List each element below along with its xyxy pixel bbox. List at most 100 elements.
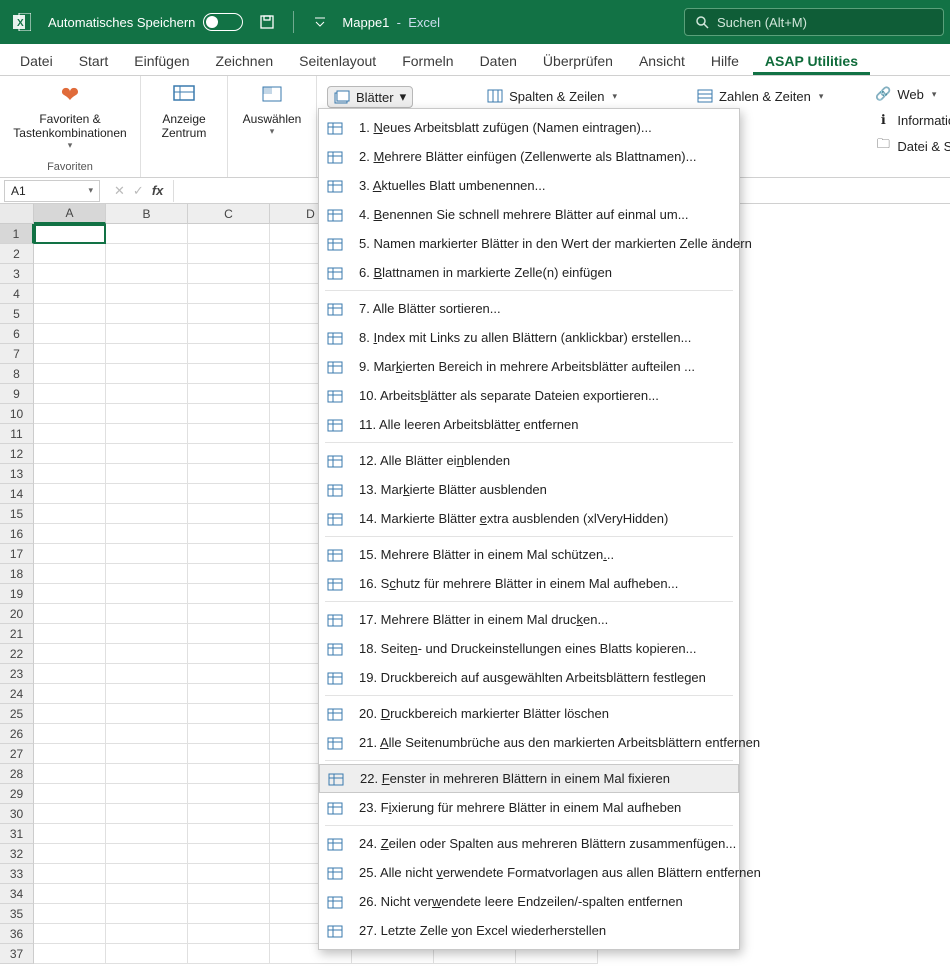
cell[interactable] xyxy=(188,644,270,664)
menu-item-4[interactable]: 4. Benennen Sie schnell mehrere Blätter … xyxy=(319,200,739,229)
cancel-icon[interactable]: ✕ xyxy=(114,183,125,199)
row-header[interactable]: 22 xyxy=(0,644,34,664)
cell[interactable] xyxy=(34,904,106,924)
cell[interactable] xyxy=(106,404,188,424)
cell[interactable] xyxy=(34,304,106,324)
menu-item-6[interactable]: 6. Blattnamen in markierte Zelle(n) einf… xyxy=(319,258,739,287)
accept-icon[interactable]: ✓ xyxy=(133,183,144,199)
cell[interactable] xyxy=(188,384,270,404)
cell[interactable] xyxy=(188,704,270,724)
menu-item-13[interactable]: 13. Markierte Blätter ausblenden xyxy=(319,475,739,504)
cell[interactable] xyxy=(34,524,106,544)
cell[interactable] xyxy=(188,404,270,424)
tab-start[interactable]: Start xyxy=(67,47,121,75)
cell[interactable] xyxy=(106,704,188,724)
cell[interactable] xyxy=(106,784,188,804)
cell[interactable] xyxy=(34,704,106,724)
row-header[interactable]: 5 xyxy=(0,304,34,324)
cell[interactable] xyxy=(106,944,188,964)
menu-item-1[interactable]: 1. Neues Arbeitsblatt zufügen (Namen ein… xyxy=(319,113,739,142)
cell[interactable] xyxy=(106,604,188,624)
cell[interactable] xyxy=(188,464,270,484)
cell[interactable] xyxy=(188,744,270,764)
row-header[interactable]: 8 xyxy=(0,364,34,384)
row-header[interactable]: 3 xyxy=(0,264,34,284)
row-header[interactable]: 9 xyxy=(0,384,34,404)
cell[interactable] xyxy=(34,764,106,784)
web-button[interactable]: 🔗Web▾ xyxy=(871,84,940,104)
cell[interactable] xyxy=(106,264,188,284)
row-header[interactable]: 32 xyxy=(0,844,34,864)
row-header[interactable]: 34 xyxy=(0,884,34,904)
cell[interactable] xyxy=(188,764,270,784)
cell[interactable] xyxy=(106,804,188,824)
menu-item-2[interactable]: 2. Mehrere Blätter einfügen (Zellenwerte… xyxy=(319,142,739,171)
cell[interactable] xyxy=(34,224,106,244)
row-header[interactable]: 37 xyxy=(0,944,34,964)
cell[interactable] xyxy=(106,764,188,784)
cell[interactable] xyxy=(34,504,106,524)
cell[interactable] xyxy=(34,744,106,764)
cell[interactable] xyxy=(106,244,188,264)
cell[interactable] xyxy=(106,664,188,684)
save-icon[interactable] xyxy=(257,12,277,32)
cell[interactable] xyxy=(188,504,270,524)
cell[interactable] xyxy=(34,864,106,884)
fx-icon[interactable]: fx xyxy=(152,183,164,198)
anzeige-zentrum-button[interactable]: Anzeige Zentrum xyxy=(151,82,217,140)
cell[interactable] xyxy=(188,424,270,444)
cell[interactable] xyxy=(188,944,270,964)
info-button[interactable]: ℹInformationen▾ xyxy=(871,110,950,130)
numbers-times-button[interactable]: Zahlen & Zeiten▾ xyxy=(693,86,827,106)
row-header[interactable]: 4 xyxy=(0,284,34,304)
cell[interactable] xyxy=(106,824,188,844)
cell[interactable] xyxy=(106,424,188,444)
tab-formeln[interactable]: Formeln xyxy=(390,47,465,75)
cell[interactable] xyxy=(188,564,270,584)
cell[interactable] xyxy=(106,564,188,584)
row-header[interactable]: 15 xyxy=(0,504,34,524)
select-all-corner[interactable] xyxy=(0,204,34,224)
cell[interactable] xyxy=(34,404,106,424)
cell[interactable] xyxy=(34,824,106,844)
cell[interactable] xyxy=(34,844,106,864)
cell[interactable] xyxy=(188,684,270,704)
menu-item-24[interactable]: 24. Zeilen oder Spalten aus mehreren Blä… xyxy=(319,829,739,858)
favorites-button[interactable]: ❤ Favoriten & Tastenkombinationen ▾ xyxy=(10,82,130,151)
menu-item-17[interactable]: 17. Mehrere Blätter in einem Mal drucken… xyxy=(319,605,739,634)
row-header[interactable]: 29 xyxy=(0,784,34,804)
menu-item-12[interactable]: 12. Alle Blätter einblenden xyxy=(319,446,739,475)
menu-item-25[interactable]: 25. Alle nicht verwendete Formatvorlagen… xyxy=(319,858,739,887)
column-header[interactable]: C xyxy=(188,204,270,224)
cell[interactable] xyxy=(34,664,106,684)
cell[interactable] xyxy=(106,844,188,864)
sheets-split-button[interactable]: Blätter▾ xyxy=(327,86,413,108)
cell[interactable] xyxy=(106,644,188,664)
cell[interactable] xyxy=(106,324,188,344)
menu-item-16[interactable]: 16. Schutz für mehrere Blätter in einem … xyxy=(319,569,739,598)
name-box[interactable]: A1▾ xyxy=(4,180,100,202)
cell[interactable] xyxy=(188,824,270,844)
cell[interactable] xyxy=(34,464,106,484)
menu-item-18[interactable]: 18. Seiten- und Druckeinstellungen eines… xyxy=(319,634,739,663)
cell[interactable] xyxy=(34,784,106,804)
cell[interactable] xyxy=(106,524,188,544)
cell[interactable] xyxy=(106,224,188,244)
row-header[interactable]: 27 xyxy=(0,744,34,764)
cell[interactable] xyxy=(106,904,188,924)
cell[interactable] xyxy=(34,364,106,384)
cell[interactable] xyxy=(188,284,270,304)
cell[interactable] xyxy=(34,944,106,964)
row-header[interactable]: 31 xyxy=(0,824,34,844)
row-header[interactable]: 35 xyxy=(0,904,34,924)
columns-rows-button[interactable]: Spalten & Zeilen▾ xyxy=(483,86,621,106)
row-header[interactable]: 26 xyxy=(0,724,34,744)
cell[interactable] xyxy=(34,324,106,344)
cell[interactable] xyxy=(188,784,270,804)
row-header[interactable]: 23 xyxy=(0,664,34,684)
cell[interactable] xyxy=(106,744,188,764)
row-header[interactable]: 13 xyxy=(0,464,34,484)
cell[interactable] xyxy=(188,724,270,744)
cell[interactable] xyxy=(34,484,106,504)
cell[interactable] xyxy=(106,884,188,904)
